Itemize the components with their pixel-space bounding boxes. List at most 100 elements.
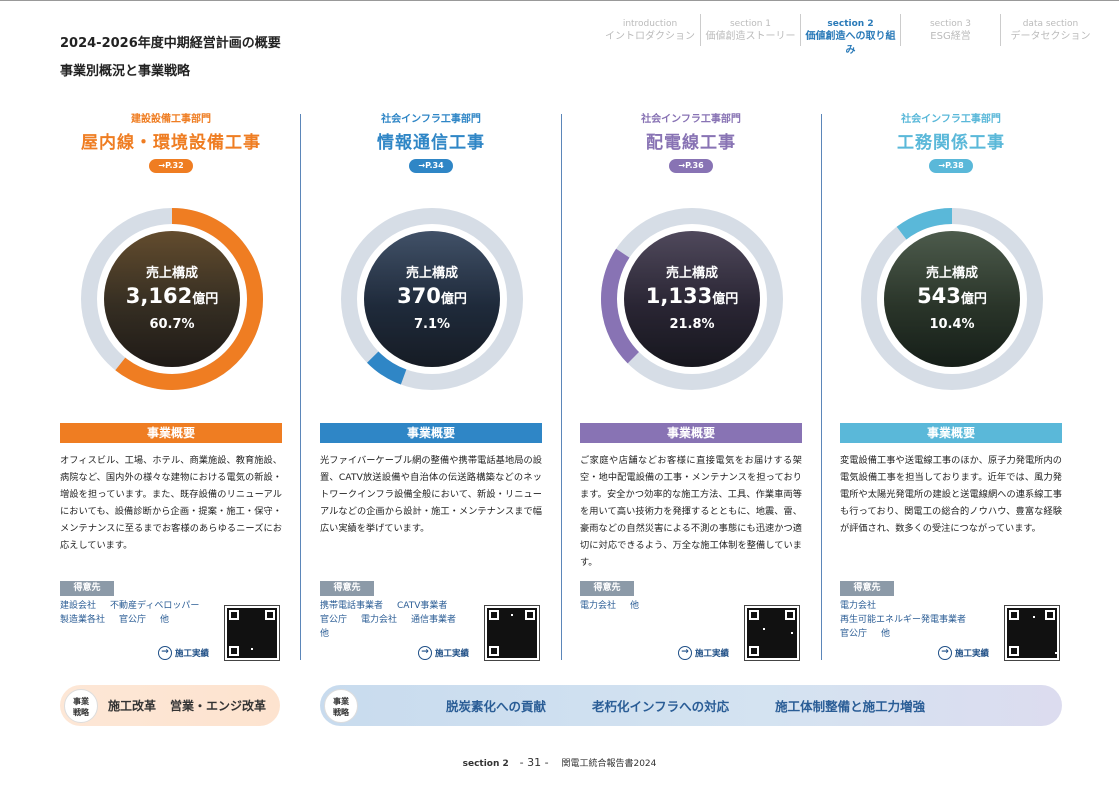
works-label: 施工実績 [435, 649, 470, 659]
page-ref-link[interactable]: →P.36 [669, 159, 713, 173]
top-rule [0, 0, 1119, 1]
segment-column: 社会インフラ工事部門 配電線工事 →P.36 売上構成 1,133億円 21.8… [580, 110, 802, 661]
sales-label: 売上構成 [665, 266, 718, 281]
client-item: 通信事業者 [411, 615, 457, 625]
works-link[interactable]: → 施工実績 [418, 646, 469, 660]
arrow-right-icon: → [418, 646, 432, 660]
clients-list: 電力会社再生可能エネルギー発電事業者官公庁 他 [840, 599, 1000, 641]
nav-en-label: section 1 [729, 19, 771, 29]
arrow-right-icon: → [938, 646, 952, 660]
column-divider [561, 114, 562, 660]
footer-report-name: 関電工統合報告書2024 [561, 759, 657, 769]
qr-code-icon[interactable] [484, 605, 540, 661]
nav-section-2[interactable]: section 2 価値創造への取り組み [800, 14, 900, 56]
overview-heading: 事業概要 [320, 423, 542, 443]
strategy-item: 老朽化インフラへの対応 [592, 699, 730, 714]
overview-heading: 事業概要 [60, 423, 282, 443]
qr-pattern [487, 608, 537, 658]
qr-code-icon[interactable] [224, 605, 280, 661]
strategy-badge-label: 事業 戦略 [333, 696, 349, 717]
page-ref-link[interactable]: →P.34 [409, 159, 453, 173]
donut-center: 売上構成 1,133億円 21.8% [597, 204, 787, 394]
client-item: 不動産ディベロッパー [110, 601, 200, 611]
arrow-right-icon: → [678, 646, 692, 660]
column-divider [821, 114, 822, 660]
client-item: 官公庁 [840, 629, 868, 639]
nav-en-label: section 3 [929, 19, 971, 29]
sales-value: 543 [917, 284, 961, 308]
strategy-badge-label: 事業 戦略 [73, 696, 89, 717]
nav-jp-label: データセクション [1010, 31, 1091, 42]
overview-heading: 事業概要 [580, 423, 802, 443]
segment-column: 社会インフラ工事部門 工務関係工事 →P.38 売上構成 543億円 10.4%… [840, 110, 1062, 661]
segment-column: 社会インフラ工事部門 情報通信工事 →P.34 売上構成 370億円 7.1% … [320, 110, 542, 661]
client-item: 官公庁 [119, 615, 147, 625]
nav-en-label: introduction [622, 19, 678, 29]
strategy-bar-right: 事業 戦略 脱炭素化への貢献 老朽化インフラへの対応 施工体制整備と施工力増強 [320, 685, 1062, 726]
page-ref-link[interactable]: →P.32 [149, 159, 193, 173]
sales-value: 1,133 [645, 284, 713, 308]
qr-code-icon[interactable] [1004, 605, 1060, 661]
overview-heading: 事業概要 [840, 423, 1062, 443]
client-item: 携帯電話事業者 [320, 601, 384, 611]
client-item: 他 [160, 615, 170, 625]
works-label: 施工実績 [695, 649, 730, 659]
clients-list: 建設会社 不動産ディベロッパー製造業各社 官公庁 他 [60, 599, 220, 627]
nav-jp-label: 価値創造ストーリー [705, 31, 796, 42]
nav-section-1[interactable]: section 1 価値創造ストーリー [700, 14, 800, 46]
sales-share: 21.8% [669, 317, 715, 332]
sales-label: 売上構成 [405, 266, 458, 281]
client-item: CATV事業者 [397, 601, 448, 611]
page-subtitle: 事業別概況と事業戦略 [60, 64, 191, 79]
sales-value: 370 [397, 284, 441, 308]
nav-data-section[interactable]: data section データセクション [1000, 14, 1100, 46]
page-footer: section 2 - 31 - 関電工統合報告書2024 [0, 756, 1119, 769]
department-label: 社会インフラ工事部門 [381, 114, 481, 125]
page-number: - 31 - [519, 756, 549, 769]
works-link[interactable]: → 施工実績 [678, 646, 729, 660]
sales-share: 10.4% [929, 317, 975, 332]
section-nav: introduction イントロダクション section 1 価値創造ストー… [600, 14, 1100, 56]
arrow-right-icon: → [158, 646, 172, 660]
qr-code-icon[interactable] [744, 605, 800, 661]
qr-pattern [1007, 608, 1057, 658]
segment-name: 屋内線・環境設備工事 [81, 133, 261, 153]
clients-list: 携帯電話事業者 CATV事業者官公庁 電力会社 通信事業者他 [320, 599, 480, 641]
page-title: 2024-2026年度中期経営計画の概要 [60, 36, 281, 51]
works-label: 施工実績 [955, 649, 990, 659]
sales-value-wrap: 370億円 [337, 284, 527, 308]
footer-section: section 2 [462, 759, 509, 769]
strategy-item: 施工体制整備と施工力増強 [775, 699, 926, 714]
page-ref-link[interactable]: →P.38 [929, 159, 973, 173]
clients-heading: 得意先 [840, 581, 894, 596]
nav-jp-label: イントロダクション [605, 31, 695, 42]
department-label: 建設設備工事部門 [131, 114, 211, 125]
donut-center: 売上構成 3,162億円 60.7% [77, 204, 267, 394]
sales-unit: 億円 [960, 292, 987, 307]
strategy-badge: 事業 戦略 [64, 688, 98, 723]
client-item: 製造業各社 [60, 615, 106, 625]
overview-text: ご家庭や店舗などお客様に直接電気をお届けする架空・地中配電設備の工事・メンテナン… [580, 455, 802, 568]
clients-heading: 得意先 [320, 581, 374, 596]
works-link[interactable]: → 施工実績 [938, 646, 989, 660]
client-item: 再生可能エネルギー発電事業者 [840, 615, 967, 625]
donut-center: 売上構成 543億円 10.4% [857, 204, 1047, 394]
sales-share: 60.7% [149, 317, 195, 332]
works-link[interactable]: → 施工実績 [158, 646, 209, 660]
clients-heading: 得意先 [60, 581, 114, 596]
strategy-item: 営業・エンジ改革 [170, 699, 267, 713]
client-item: 電力会社 [580, 601, 617, 611]
nav-introduction[interactable]: introduction イントロダクション [600, 14, 700, 46]
sales-label: 売上構成 [145, 266, 198, 281]
sales-value-wrap: 3,162億円 [77, 284, 267, 308]
sales-label: 売上構成 [925, 266, 978, 281]
strategy-item: 施工改革 [108, 699, 157, 713]
segment-name: 情報通信工事 [377, 133, 485, 153]
overview-text: オフィスビル、工場、ホテル、商業施設、教育施設、病院など、国内外の様々な建物にお… [60, 455, 282, 551]
strategy-badge: 事業 戦略 [324, 688, 358, 723]
column-divider [300, 114, 301, 660]
clients-heading: 得意先 [580, 581, 634, 596]
nav-section-3[interactable]: section 3 ESG経営 [900, 14, 1000, 46]
sales-unit: 億円 [192, 292, 219, 307]
client-item: 電力会社 [840, 601, 877, 611]
